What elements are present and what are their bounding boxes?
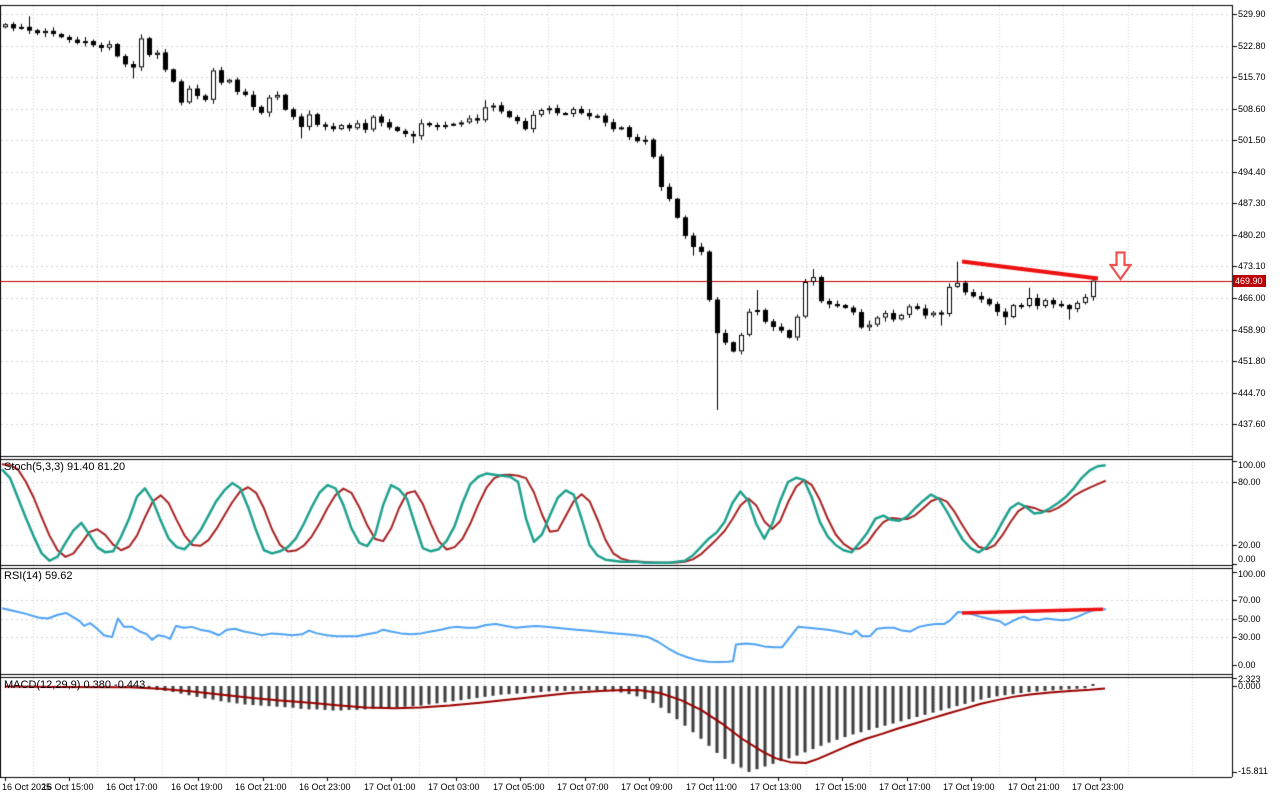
trading-chart-window: 529.90522.80515.70508.60501.50494.40487.…: [0, 0, 1280, 800]
rsi-label: RSI(14) 59.62: [4, 570, 72, 582]
stochastic-label: Stoch(5,3,3) 91.40 81.20: [4, 461, 125, 473]
macd-label: MACD(12,29,9) 0.380 -0.443: [4, 679, 145, 691]
chart-canvas[interactable]: [0, 0, 1280, 800]
current-price-tag: 469.90: [1233, 275, 1266, 287]
sell-signal-arrow-icon[interactable]: [1109, 251, 1132, 281]
